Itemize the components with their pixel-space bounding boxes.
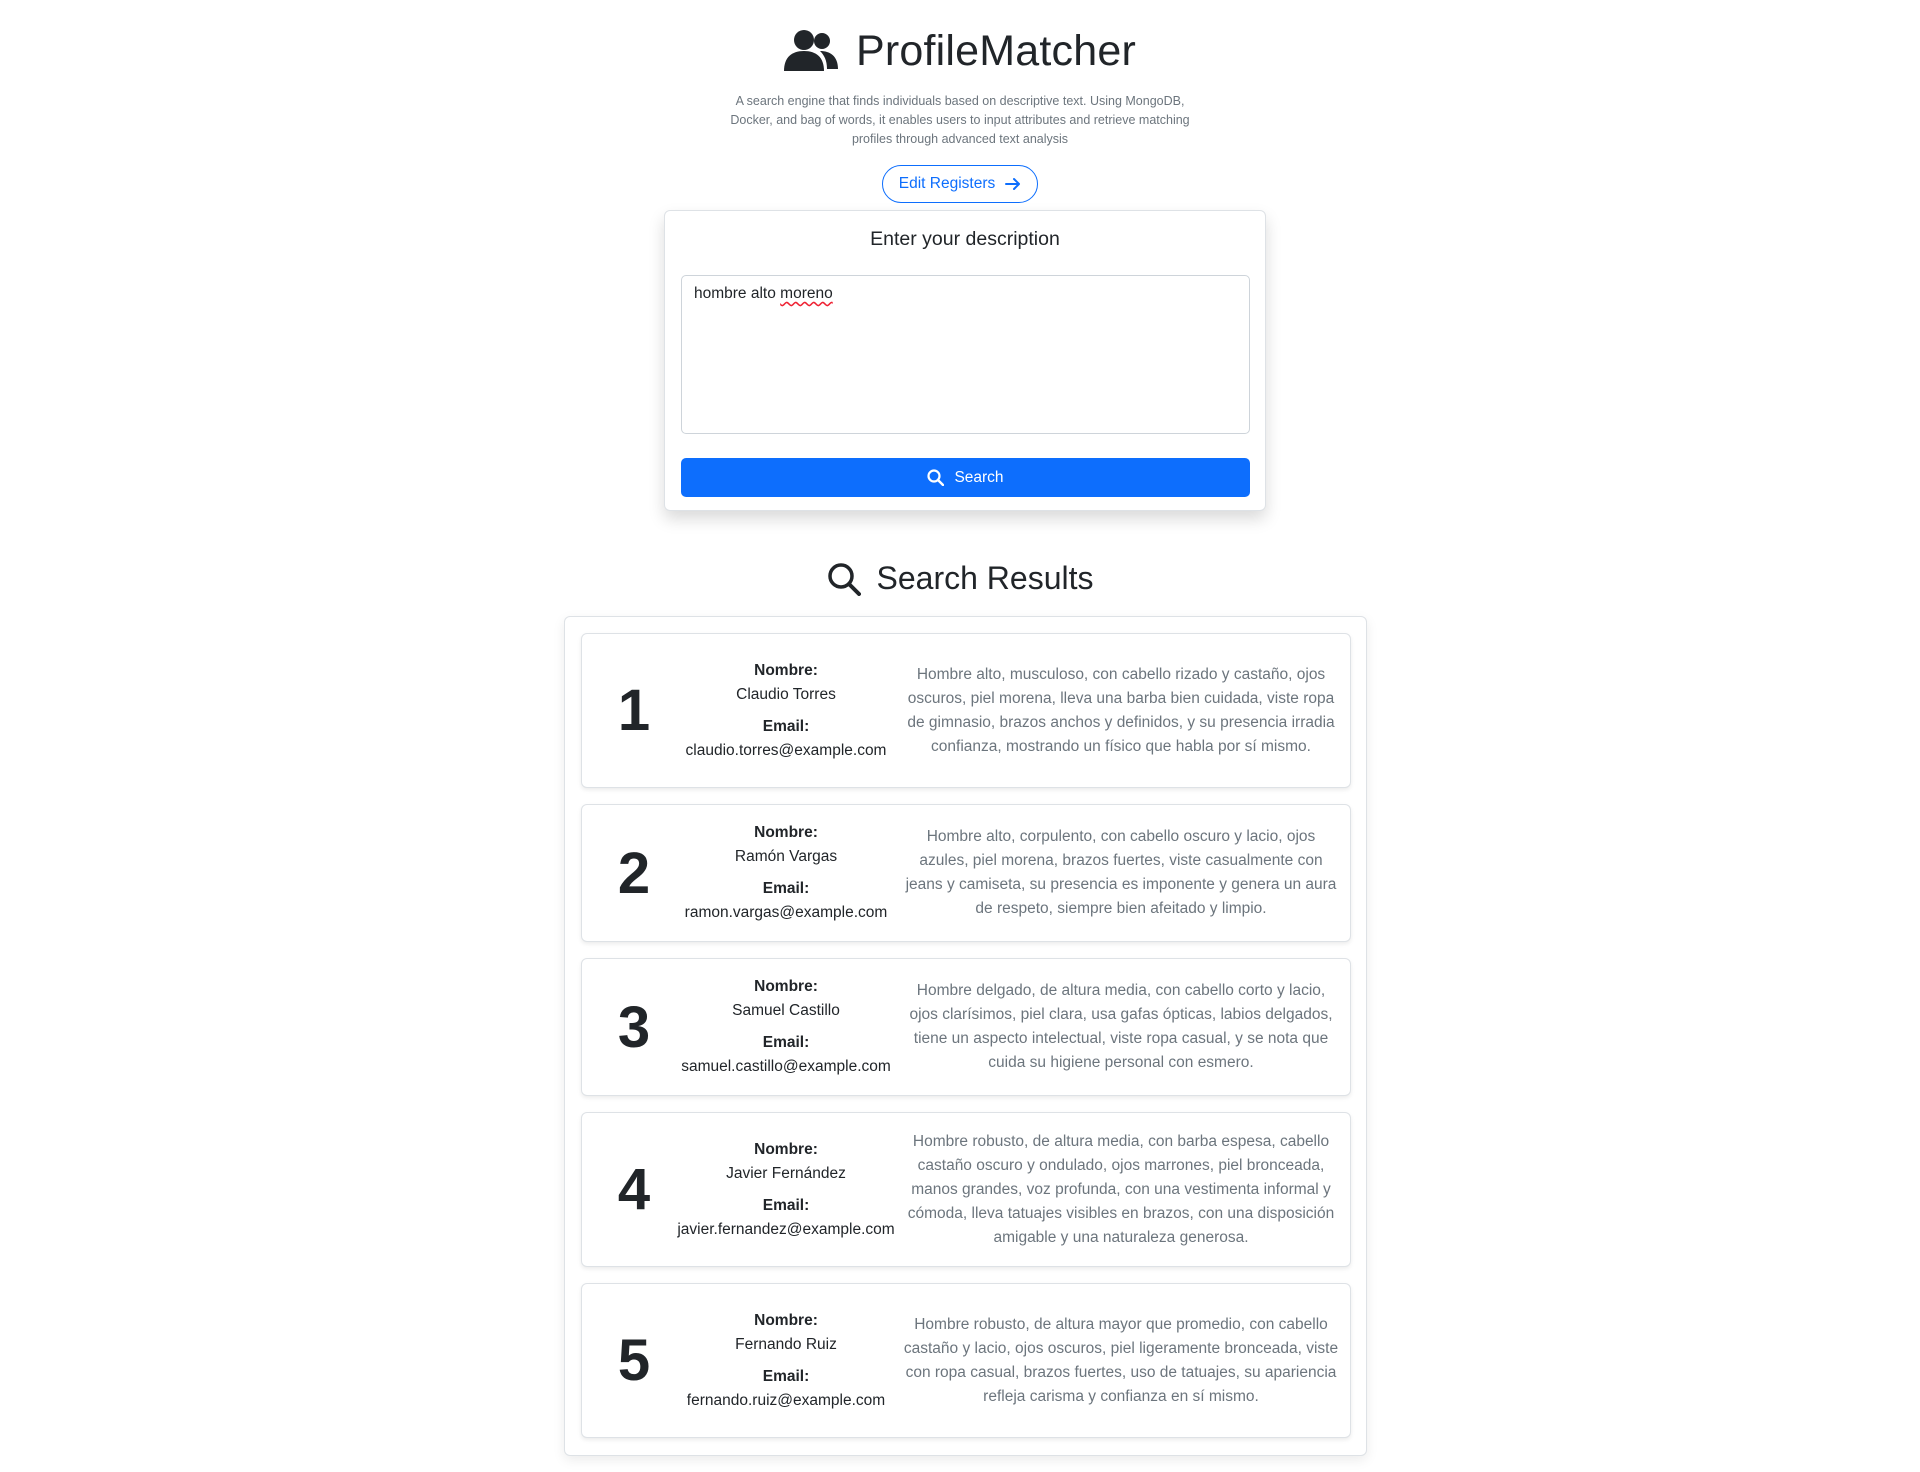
arrow-right-icon	[1005, 178, 1021, 190]
result-email: samuel.castillo@example.com	[681, 1058, 891, 1075]
email-label: Email:	[762, 880, 810, 897]
result-description: Hombre robusto, de altura media, con bar…	[907, 1132, 1335, 1246]
result-info: Nombre: Javier Fernández Email: javier.f…	[670, 1113, 902, 1266]
result-info: Nombre: Ramón Vargas Email: ramon.vargas…	[670, 805, 902, 941]
users-icon	[783, 30, 838, 71]
result-item[interactable]: 4 Nombre: Javier Fernández Email: javier…	[581, 1112, 1351, 1267]
search-card-title: Enter your description	[870, 228, 1060, 250]
result-name: Fernando Ruiz	[735, 1335, 837, 1353]
name-label: Nombre:	[754, 1140, 818, 1158]
email-label: Email:	[762, 1367, 810, 1385]
result-description: Hombre delgado, de altura media, con cab…	[909, 982, 1333, 1071]
result-email: fernando.ruiz@example.com	[686, 1391, 886, 1409]
edit-registers-label: Edit Registers	[898, 175, 996, 192]
result-name: Claudio Torres	[736, 685, 836, 703]
search-card: Enter your description hombre alto moren…	[664, 210, 1266, 511]
search-icon	[827, 562, 861, 596]
result-email: ramon.vargas@example.com	[684, 904, 888, 921]
email-label: Email:	[762, 717, 810, 735]
brand: ProfileMatcher	[0, 24, 1920, 78]
result-description: Hombre alto, corpulento, con cabello osc…	[905, 828, 1337, 917]
name-label: Nombre:	[754, 1311, 818, 1329]
result-name: Javier Fernández	[726, 1164, 846, 1182]
result-info: Nombre: Claudio Torres Email: claudio.to…	[670, 634, 902, 787]
result-description: Hombre robusto, de altura mayor que prom…	[903, 1315, 1339, 1405]
search-button-label: Search	[954, 468, 1004, 486]
name-label: Nombre:	[754, 824, 818, 841]
results-heading: Search Results	[0, 560, 1920, 597]
result-info: Nombre: Fernando Ruiz Email: fernando.ru…	[670, 1284, 902, 1437]
result-email: claudio.torres@example.com	[685, 741, 887, 759]
email-label: Email:	[762, 1196, 810, 1214]
name-label: Nombre:	[754, 661, 818, 679]
edit-registers-button[interactable]: Edit Registers	[881, 165, 1039, 203]
result-item[interactable]: 2 Nombre: Ramón Vargas Email: ramon.varg…	[581, 804, 1351, 942]
name-label: Nombre:	[754, 978, 818, 995]
results-title: Search Results	[876, 560, 1094, 596]
result-item[interactable]: 1 Nombre: Claudio Torres Email: claudio.…	[581, 633, 1351, 788]
results-card: 1 Nombre: Claudio Torres Email: claudio.…	[564, 616, 1367, 1456]
result-item[interactable]: 3 Nombre: Samuel Castillo Email: samuel.…	[581, 958, 1351, 1096]
search-icon	[927, 469, 945, 486]
result-name: Ramón Vargas	[734, 848, 838, 865]
result-description: Hombre alto, musculoso, con cabello riza…	[907, 665, 1335, 755]
result-name: Samuel Castillo	[732, 1002, 840, 1019]
search-button[interactable]: Search	[681, 458, 1250, 497]
query-text-flagged: moreno	[780, 285, 833, 302]
result-item[interactable]: 5 Nombre: Fernando Ruiz Email: fernando.…	[581, 1283, 1351, 1438]
app-subtitle: A search engine that finds individuals b…	[730, 94, 1190, 146]
description-textarea[interactable]: hombre alto moreno	[681, 275, 1250, 434]
result-info: Nombre: Samuel Castillo Email: samuel.ca…	[670, 959, 902, 1095]
result-email: javier.fernandez@example.com	[677, 1220, 895, 1238]
query-text: hombre alto	[694, 285, 781, 302]
email-label: Email:	[762, 1034, 810, 1051]
app-title: ProfileMatcher	[855, 26, 1136, 75]
page-header: ProfileMatcher A search engine that find…	[0, 24, 1920, 203]
